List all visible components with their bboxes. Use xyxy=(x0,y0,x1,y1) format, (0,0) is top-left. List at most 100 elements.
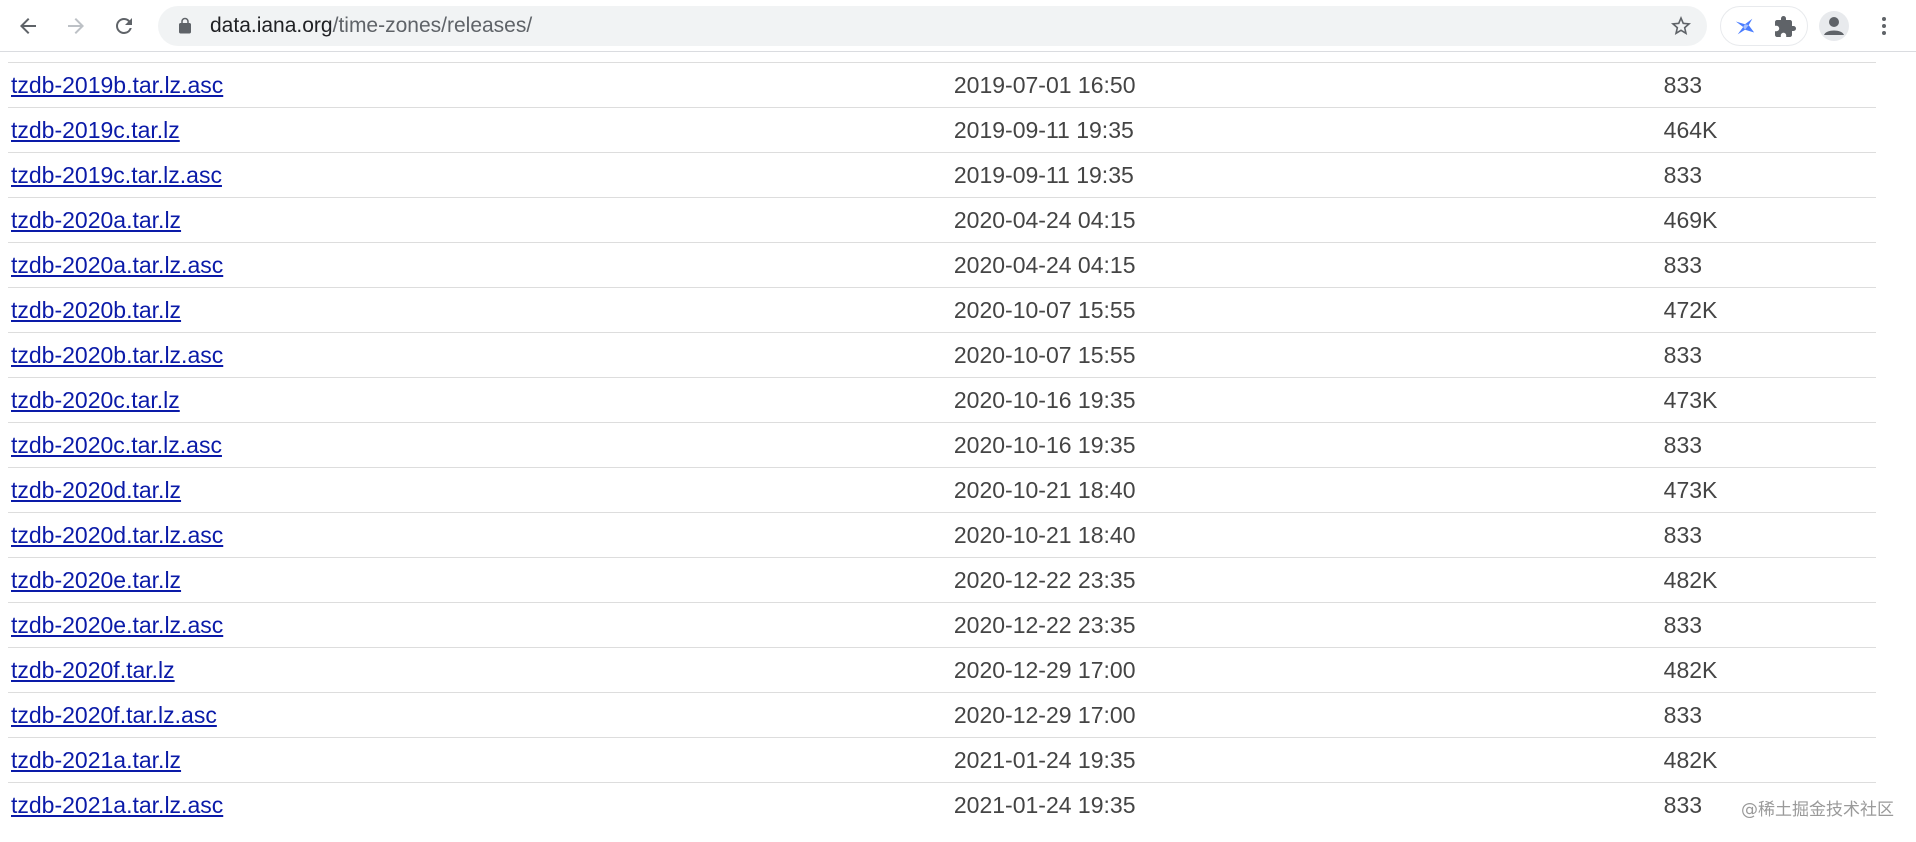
extensions-group xyxy=(1720,6,1808,46)
table-row: tzdb-2020b.tar.lz 2020-10-07 15:55 472K xyxy=(8,287,1876,333)
file-link[interactable]: tzdb-2020f.tar.lz.asc xyxy=(11,702,217,728)
file-size-cell: 833 xyxy=(1660,332,1876,378)
file-date-cell: 2020-12-22 23:35 xyxy=(950,602,1661,648)
file-link[interactable]: tzdb-2021a.tar.lz xyxy=(11,747,181,773)
star-icon[interactable] xyxy=(1669,14,1693,38)
file-size-cell: 833 xyxy=(1660,602,1876,648)
file-name-cell: tzdb-2020f.tar.lz xyxy=(8,647,951,693)
kebab-menu-icon xyxy=(1882,17,1886,35)
file-date-cell: 2020-12-29 17:00 xyxy=(950,692,1661,738)
table-row: tzdb-2020d.tar.lz.asc 2020-10-21 18:40 833 xyxy=(8,512,1876,558)
file-date-cell: 2020-10-21 18:40 xyxy=(950,512,1661,558)
file-link[interactable]: tzdb-2019c.tar.lz.asc xyxy=(11,162,222,188)
file-link[interactable]: tzdb-2020d.tar.lz xyxy=(11,477,181,503)
file-name-cell: tzdb-2019c.tar.lz.asc xyxy=(8,152,951,198)
file-link[interactable]: tzdb-2020b.tar.lz xyxy=(11,297,181,323)
reload-icon xyxy=(116,18,132,34)
file-name-cell: tzdb-2020f.tar.lz.asc xyxy=(8,692,951,738)
file-date-cell: 2020-10-16 19:35 xyxy=(950,377,1661,423)
file-link[interactable]: tzdb-2020a.tar.lz.asc xyxy=(11,252,223,278)
url-host: data.iana.org xyxy=(210,14,333,37)
file-name-cell: tzdb-2020a.tar.lz.asc xyxy=(8,242,951,288)
file-date-cell: 2019-07-01 16:50 xyxy=(950,62,1661,108)
file-date-cell: 2019-09-11 19:35 xyxy=(950,107,1661,153)
table-row: tzdb-2020a.tar.lz.asc 2020-04-24 04:15 833 xyxy=(8,242,1876,288)
reload-button[interactable] xyxy=(106,8,142,44)
file-link[interactable]: tzdb-2020a.tar.lz xyxy=(11,207,181,233)
file-name-cell: tzdb-2019c.tar.lz xyxy=(8,107,951,153)
table-row: tzdb-2020b.tar.lz.asc 2020-10-07 15:55 833 xyxy=(8,332,1876,378)
file-name-cell: tzdb-2020c.tar.lz.asc xyxy=(8,422,951,468)
avatar-icon xyxy=(1819,11,1849,41)
file-date-cell: 2019-09-11 19:35 xyxy=(950,152,1661,198)
puzzle-icon xyxy=(1775,16,1796,37)
file-listing-body: tzdb-2019b.tar.lz.asc 2019-07-01 16:50 833… xyxy=(8,62,1876,828)
profile-button[interactable] xyxy=(1818,10,1850,42)
arrow-right-icon xyxy=(68,18,84,34)
forward-button[interactable] xyxy=(58,8,94,44)
file-link[interactable]: tzdb-2021a.tar.lz.asc xyxy=(11,792,223,818)
file-date-cell: 2020-12-22 23:35 xyxy=(950,557,1661,603)
file-size-cell: 472K xyxy=(1660,287,1876,333)
file-size-cell: 473K xyxy=(1660,467,1876,513)
browser-menu-button[interactable] xyxy=(1868,10,1900,42)
file-size-cell: 469K xyxy=(1660,197,1876,243)
url-path: /time-zones/releases/ xyxy=(332,14,533,37)
browser-toolbar: data.iana.org/time-zones/releases/ xyxy=(0,0,1916,52)
file-name-cell: tzdb-2020b.tar.lz.asc xyxy=(8,332,951,378)
file-date-cell: 2020-04-24 04:15 xyxy=(950,197,1661,243)
file-name-cell: tzdb-2020a.tar.lz xyxy=(8,197,951,243)
file-date-cell: 2020-10-07 15:55 xyxy=(950,287,1661,333)
table-row: tzdb-2020a.tar.lz 2020-04-24 04:15 469K xyxy=(8,197,1876,243)
lock-icon[interactable] xyxy=(176,17,194,35)
file-listing-table: tzdb-2019b.tar.lz.asc 2019-07-01 16:50 833… xyxy=(8,62,1876,828)
file-name-cell: tzdb-2020d.tar.lz.asc xyxy=(8,512,951,558)
table-row: tzdb-2020e.tar.lz.asc 2020-12-22 23:35 833 xyxy=(8,602,1876,648)
file-date-cell: 2021-01-24 19:35 xyxy=(950,782,1661,828)
file-link[interactable]: tzdb-2020f.tar.lz xyxy=(11,657,175,683)
file-link[interactable]: tzdb-2020d.tar.lz.asc xyxy=(11,522,223,548)
file-size-cell: 482K xyxy=(1660,557,1876,603)
file-link[interactable]: tzdb-2020e.tar.lz.asc xyxy=(11,612,223,638)
file-date-cell: 2020-10-07 15:55 xyxy=(950,332,1661,378)
file-link[interactable]: tzdb-2019c.tar.lz xyxy=(11,117,180,143)
file-name-cell: tzdb-2020e.tar.lz.asc xyxy=(8,602,951,648)
file-link[interactable]: tzdb-2020c.tar.lz.asc xyxy=(11,432,222,458)
file-link[interactable]: tzdb-2020b.tar.lz.asc xyxy=(11,342,223,368)
file-size-cell: 833 xyxy=(1660,422,1876,468)
file-name-cell: tzdb-2020b.tar.lz xyxy=(8,287,951,333)
scrollbar[interactable] xyxy=(1900,52,1916,842)
address-bar[interactable]: data.iana.org/time-zones/releases/ xyxy=(158,6,1707,46)
file-link[interactable]: tzdb-2019b.tar.lz.asc xyxy=(11,72,223,98)
extensions-button[interactable] xyxy=(1771,13,1799,41)
file-link[interactable]: tzdb-2020c.tar.lz xyxy=(11,387,180,413)
table-row: tzdb-2019b.tar.lz.asc 2019-07-01 16:50 833 xyxy=(8,62,1876,108)
table-row: tzdb-2019c.tar.lz 2019-09-11 19:35 464K xyxy=(8,107,1876,153)
file-size-cell: 482K xyxy=(1660,647,1876,693)
file-date-cell: 2020-12-29 17:00 xyxy=(950,647,1661,693)
bird-extension-button[interactable] xyxy=(1731,13,1759,41)
file-size-cell: 833 xyxy=(1660,692,1876,738)
arrow-left-icon xyxy=(20,18,36,34)
file-date-cell: 2021-01-24 19:35 xyxy=(950,737,1661,783)
file-name-cell: tzdb-2020e.tar.lz xyxy=(8,557,951,603)
table-row: tzdb-2021a.tar.lz 2021-01-24 19:35 482K xyxy=(8,737,1876,783)
file-size-cell: 833 xyxy=(1660,152,1876,198)
table-row: tzdb-2020e.tar.lz 2020-12-22 23:35 482K xyxy=(8,557,1876,603)
table-row: tzdb-2019c.tar.lz.asc 2019-09-11 19:35 833 xyxy=(8,152,1876,198)
file-date-cell: 2020-04-24 04:15 xyxy=(950,242,1661,288)
file-link[interactable]: tzdb-2020e.tar.lz xyxy=(11,567,181,593)
back-button[interactable] xyxy=(10,8,46,44)
file-size-cell: 473K xyxy=(1660,377,1876,423)
url-text[interactable]: data.iana.org/time-zones/releases/ xyxy=(210,15,532,37)
page-content: tzdb-2019b.tar.lz.asc 2019-07-01 16:50 833… xyxy=(0,52,1916,842)
table-row: tzdb-2020f.tar.lz 2020-12-29 17:00 482K xyxy=(8,647,1876,693)
file-size-cell: 833 xyxy=(1660,512,1876,558)
file-size-cell: 833 xyxy=(1660,62,1876,108)
table-row: tzdb-2021a.tar.lz.asc 2021-01-24 19:35 833 xyxy=(8,782,1876,828)
table-row: tzdb-2020d.tar.lz 2020-10-21 18:40 473K xyxy=(8,467,1876,513)
bird-extension-icon xyxy=(1735,18,1755,35)
file-name-cell: tzdb-2021a.tar.lz xyxy=(8,737,951,783)
file-date-cell: 2020-10-21 18:40 xyxy=(950,467,1661,513)
table-row: tzdb-2020c.tar.lz.asc 2020-10-16 19:35 833 xyxy=(8,422,1876,468)
